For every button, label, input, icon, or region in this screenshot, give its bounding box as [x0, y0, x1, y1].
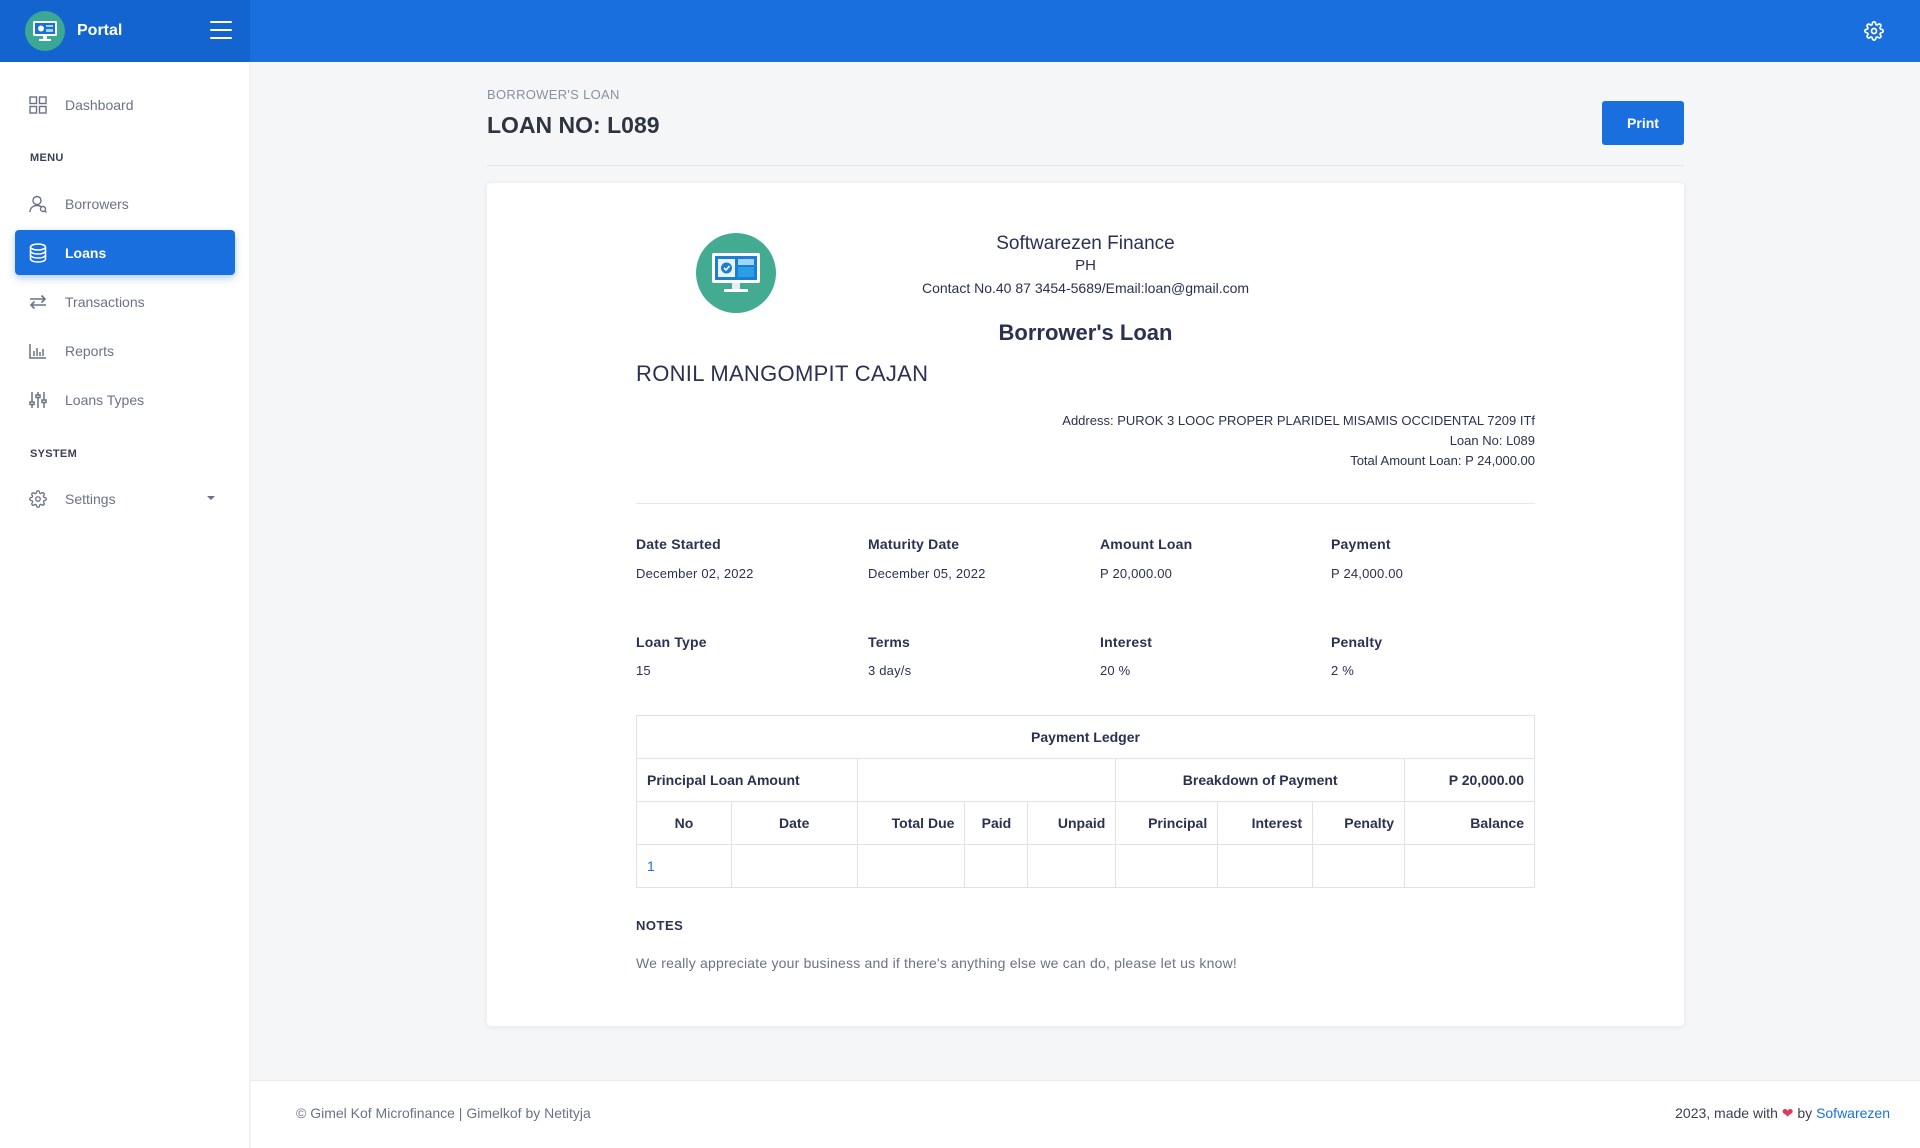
interest-label: Interest: [1100, 634, 1153, 650]
ledger-cell-no[interactable]: 1: [636, 844, 732, 888]
loan-card: Softwarezen Finance PH Contact No.40 87 …: [487, 183, 1684, 1026]
sidebar-item-loans[interactable]: Loans: [15, 230, 235, 275]
heart-icon: ❤: [1781, 1105, 1794, 1121]
loan-types-icon: [28, 390, 48, 410]
penalty-value: 2 %: [1331, 663, 1355, 678]
settings-icon: [28, 489, 48, 509]
ledger-cell-interest: [1217, 844, 1314, 888]
sidebar-item-label: Dashboard: [65, 96, 134, 113]
notes-title: NOTES: [636, 918, 684, 933]
amount-loan-label: Amount Loan: [1100, 536, 1193, 552]
ledger-title: Payment Ledger: [636, 715, 1535, 759]
date-started-value: December 02, 2022: [636, 566, 754, 581]
col-date: Date: [730, 801, 858, 845]
borrowers-icon: [28, 194, 48, 214]
interest-value: 20 %: [1100, 663, 1131, 678]
payment-ledger-table: Payment Ledger Principal Loan Amount Bre…: [636, 715, 1535, 888]
ledger-summary-blank: [856, 758, 1117, 802]
borrower-address: Address: PUROK 3 LOOC PROPER PLARIDEL MI…: [1062, 413, 1535, 428]
ledger-cell-balance: [1404, 844, 1535, 888]
principal-loan-amount-label: Principal Loan Amount: [636, 758, 858, 802]
terms-value: 3 day/s: [868, 663, 912, 678]
ledger-cell-total-due: [856, 844, 966, 888]
sidebar-item-label: Reports: [65, 342, 115, 359]
table-row: 1: [636, 844, 1535, 888]
borrower-name: RONIL MANGOMPIT CAJAN: [636, 361, 929, 386]
header-divider: [487, 165, 1684, 166]
ledger-title-row: Payment Ledger: [636, 715, 1535, 759]
reports-icon: [28, 341, 48, 361]
footer-made-with: 2023, made with: [1675, 1105, 1778, 1121]
dashboard-icon: [28, 95, 48, 115]
payment-value: P 24,000.00: [1331, 566, 1404, 581]
breakdown-of-payment-label: Breakdown of Payment: [1115, 758, 1406, 802]
sidebar-item-reports[interactable]: Reports: [15, 328, 235, 373]
sidebar-item-label: Borrowers: [65, 195, 129, 212]
ledger-cell-principal: [1115, 844, 1219, 888]
loan-number: Loan No: L089: [1449, 433, 1535, 448]
sidebar-item-loan-types[interactable]: Loans Types: [15, 377, 235, 422]
col-interest: Interest: [1217, 801, 1314, 845]
transactions-icon: [28, 292, 48, 312]
document-title: Borrower's Loan: [998, 320, 1173, 345]
footer: © Gimel Kof Microfinance | Gimelkof by N…: [251, 1081, 1920, 1148]
print-button[interactable]: Print: [1602, 101, 1684, 145]
payment-label: Payment: [1331, 536, 1391, 552]
ledger-cell-unpaid: [1027, 844, 1117, 888]
col-balance: Balance: [1404, 801, 1535, 845]
col-penalty: Penalty: [1312, 801, 1406, 845]
sidebar: Dashboard MENU Borrowers Loans Transacti…: [0, 62, 250, 1148]
gear-icon[interactable]: [1864, 21, 1884, 41]
chevron-down-icon: [207, 496, 215, 500]
amount-loan-value: P 20,000.00: [1100, 566, 1173, 581]
principal-loan-amount-value: P 20,000.00: [1404, 758, 1535, 802]
col-total-due: Total Due: [856, 801, 966, 845]
page-title: LOAN NO: L089: [487, 112, 660, 138]
sidebar-item-label: Settings: [65, 490, 116, 507]
penalty-label: Penalty: [1331, 634, 1383, 650]
col-unpaid: Unpaid: [1027, 801, 1117, 845]
menu-toggle-icon[interactable]: [210, 21, 232, 39]
sidebar-section-menu: MENU: [30, 152, 64, 164]
ledger-header-row: No Date Total Due Paid Unpaid Principal …: [636, 801, 1535, 845]
brand-logo-icon: [25, 11, 65, 51]
card-divider: [636, 503, 1535, 504]
top-navbar: Portal: [0, 0, 1920, 62]
total-amount-loan: Total Amount Loan: P 24,000.00: [1350, 453, 1535, 468]
sidebar-item-settings[interactable]: Settings: [15, 476, 235, 521]
notes-text: We really appreciate your business and i…: [636, 955, 1237, 971]
terms-label: Terms: [868, 634, 910, 650]
loan-type-label: Loan Type: [636, 634, 707, 650]
ledger-cell-date: [730, 844, 858, 888]
footer-author-link[interactable]: Sofwarezen: [1816, 1105, 1890, 1121]
footer-by: by: [1797, 1105, 1813, 1121]
loans-icon: [28, 242, 48, 263]
company-contact: Contact No.40 87 3454-5689/Email:loan@gm…: [921, 280, 1250, 296]
borrower-address-block: Address: PUROK 3 LOOC PROPER PLARIDEL MI…: [1062, 411, 1535, 471]
footer-copyright: © Gimel Kof Microfinance | Gimelkof by N…: [296, 1105, 591, 1121]
company-name: Softwarezen Finance: [996, 233, 1175, 254]
date-started-label: Date Started: [636, 536, 721, 552]
sidebar-item-transactions[interactable]: Transactions: [15, 279, 235, 324]
sidebar-section-system: SYSTEM: [30, 448, 78, 460]
sidebar-item-borrowers[interactable]: Borrowers: [15, 181, 235, 226]
loan-type-value: 15: [636, 663, 651, 678]
sidebar-item-label: Loans: [65, 244, 107, 261]
breadcrumb: BORROWER'S LOAN: [487, 87, 620, 102]
company-country: PH: [1075, 257, 1096, 274]
ledger-cell-paid: [964, 844, 1029, 888]
col-paid: Paid: [964, 801, 1029, 845]
col-no: No: [636, 801, 732, 845]
brand-name: Portal: [77, 22, 123, 39]
ledger-cell-penalty: [1312, 844, 1406, 888]
maturity-date-label: Maturity Date: [868, 536, 960, 552]
maturity-date-value: December 05, 2022: [868, 566, 986, 581]
sidebar-item-label: Transactions: [65, 293, 145, 310]
footer-credit: 2023, made with ❤ by Sofwarezen: [1675, 1105, 1890, 1122]
sidebar-item-label: Loans Types: [65, 391, 145, 408]
col-principal: Principal: [1115, 801, 1219, 845]
sidebar-item-dashboard[interactable]: Dashboard: [15, 82, 235, 127]
ledger-summary-row: Principal Loan Amount Breakdown of Payme…: [636, 758, 1535, 802]
